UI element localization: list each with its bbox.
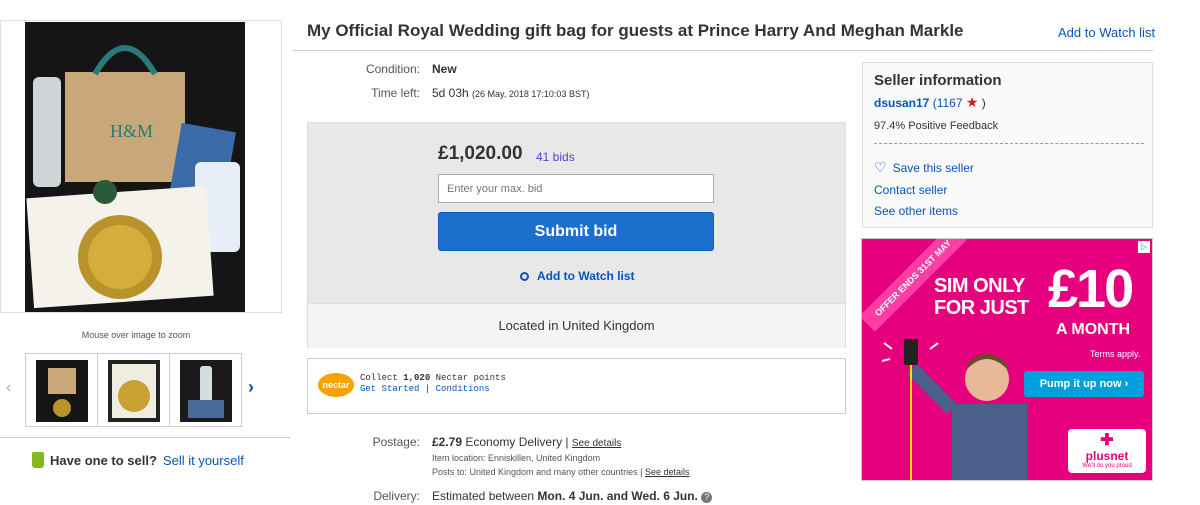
info-icon[interactable]: ? [701,492,713,503]
nectar-collect-prefix: Collect [360,373,398,383]
seller-heading: Seller information [874,72,1002,89]
plusnet-tagline: We'll do you proud [1082,463,1132,469]
time-left-remaining: 5d 03h [432,86,469,100]
bid-watch-label: Add to Watch list [537,269,635,283]
price-tag-icon [32,452,44,468]
ad-headline: SIM ONLY FOR JUST [934,275,1029,319]
ad-choices-icon[interactable]: ▷ [1138,241,1150,253]
thumbnail-2[interactable] [97,353,170,427]
postage-see-details-link[interactable]: See details [572,438,621,449]
ad-person-illustration [882,339,1027,480]
ad-price: £10 [1048,259,1134,319]
thumbnail-image [108,360,160,422]
eye-icon [520,272,529,281]
submit-bid-button[interactable]: Submit bid [438,212,714,251]
time-left-label: Time left: [371,86,420,100]
bid-count-link[interactable]: 41 bids [536,150,575,164]
plusnet-ad[interactable]: ▷ OFFER ENDS 31ST MAY SIM ONLY FOR JUST … [861,238,1153,481]
ad-terms: Terms apply. [1090,349,1141,359]
current-price: £1,020.00 [438,143,523,164]
condition-label: Condition: [365,62,420,76]
add-to-watch-list-link[interactable]: Add to Watch list [1058,25,1155,40]
plusnet-cross-icon: ✚ [1100,432,1114,449]
max-bid-input[interactable] [438,174,714,203]
seller-score-link[interactable]: (1167 [933,96,963,110]
thumbnail-3[interactable] [169,353,242,427]
delivery-dates: Mon. 4 Jun. and Wed. 6 Jun. [537,489,698,503]
title-divider [293,50,1153,51]
nectar-get-started-link[interactable]: Get Started [360,384,419,394]
nectar-conditions-link[interactable]: Conditions [436,384,490,394]
nectar-text: Collect 1,020 Nectar points Get Started … [360,373,506,395]
seller-info-panel: Seller information dsusan17 (1167 ★ ) 97… [862,62,1153,228]
condition-value: New [432,62,457,76]
ad-period: A MONTH [1056,321,1131,338]
main-image-frame[interactable]: H&M [0,20,282,313]
seller-score-close: ) [981,96,986,110]
posts-to-text: Posts to: United Kingdom and many other … [432,467,643,477]
plusnet-logo: ✚ plusnet We'll do you proud [1068,429,1146,473]
delivery-label: Delivery: [373,489,420,503]
thumbnail-1[interactable] [25,353,98,427]
ad-headline-line2: FOR JUST [934,297,1029,319]
chevron-right-icon: › [1124,378,1129,390]
delivery-value: Estimated between Mon. 4 Jun. and Wed. 6… [432,489,713,503]
ad-headline-line1: SIM ONLY [934,275,1025,297]
thumbnail-image [180,360,232,422]
nectar-separator: | [424,384,431,394]
chevron-left-icon[interactable]: ‹ [6,379,11,397]
thumbnail-image [36,360,88,422]
delivery-prefix: Estimated between [432,489,535,503]
bid-panel: £1,020.00 41 bids Submit bid Add to Watc… [307,122,846,348]
nectar-points: 1,020 [403,373,431,383]
star-icon: ★ [965,94,979,110]
svg-text:H&M: H&M [110,121,153,141]
postage-label: Postage: [372,435,420,449]
sell-prompt: Have one to sell? Sell it yourself [32,452,244,468]
thumbnail-strip: ‹ › [0,353,282,429]
seller-divider [874,143,1144,144]
gift-bag-photo: H&M [25,22,245,312]
item-location-line: Item location: Enniskillen, United Kingd… [432,453,601,463]
posts-see-details-link[interactable]: See details [645,467,690,477]
posts-to-line: Posts to: United Kingdom and many other … [432,467,690,477]
sell-question: Have one to sell? [50,452,157,468]
seller-username: dsusan17 [874,96,930,110]
zoom-hint: Mouse over image to zoom [81,330,191,340]
item-location-banner: Located in United Kingdom [308,303,845,348]
main-product-photo[interactable]: H&M [25,22,245,312]
contact-seller-link[interactable]: Contact seller [874,183,947,197]
see-other-items-link[interactable]: See other items [874,204,958,218]
plusnet-brand: plusnet [1085,449,1129,463]
listing-title: My Official Royal Wedding gift bag for g… [307,21,964,40]
divider [0,437,290,438]
save-seller-link[interactable]: ♡ Save this seller [874,159,974,176]
seller-user: dsusan17 (1167 ★ ) [874,94,986,111]
postage-price: £2.79 [432,435,463,449]
nectar-logo: nectar [318,373,354,397]
save-seller-label: Save this seller [892,161,974,175]
postage-value: £2.79 Economy Delivery | See details [432,435,621,449]
sell-it-yourself-link[interactable]: Sell it yourself [163,453,244,468]
time-left-value: 5d 03h (26 May, 2018 17:10:03 BST) [432,86,589,100]
chevron-right-icon[interactable]: › [248,377,254,398]
bid-watch-list-link[interactable]: Add to Watch list [520,269,635,283]
ad-cta-label: Pump it up now [1039,378,1122,390]
time-left-end: (26 May, 2018 17:10:03 BST) [472,89,590,99]
ad-cta-button[interactable]: Pump it up now › [1024,371,1144,397]
heart-icon: ♡ [874,159,887,175]
nectar-panel: nectar Collect 1,020 Nectar points Get S… [307,358,846,414]
nectar-collect-suffix: Nectar points [435,373,506,383]
seller-username-link[interactable]: dsusan17 [874,96,929,110]
seller-feedback: 97.4% Positive Feedback [874,120,999,132]
postage-service: Economy Delivery | [465,435,569,449]
